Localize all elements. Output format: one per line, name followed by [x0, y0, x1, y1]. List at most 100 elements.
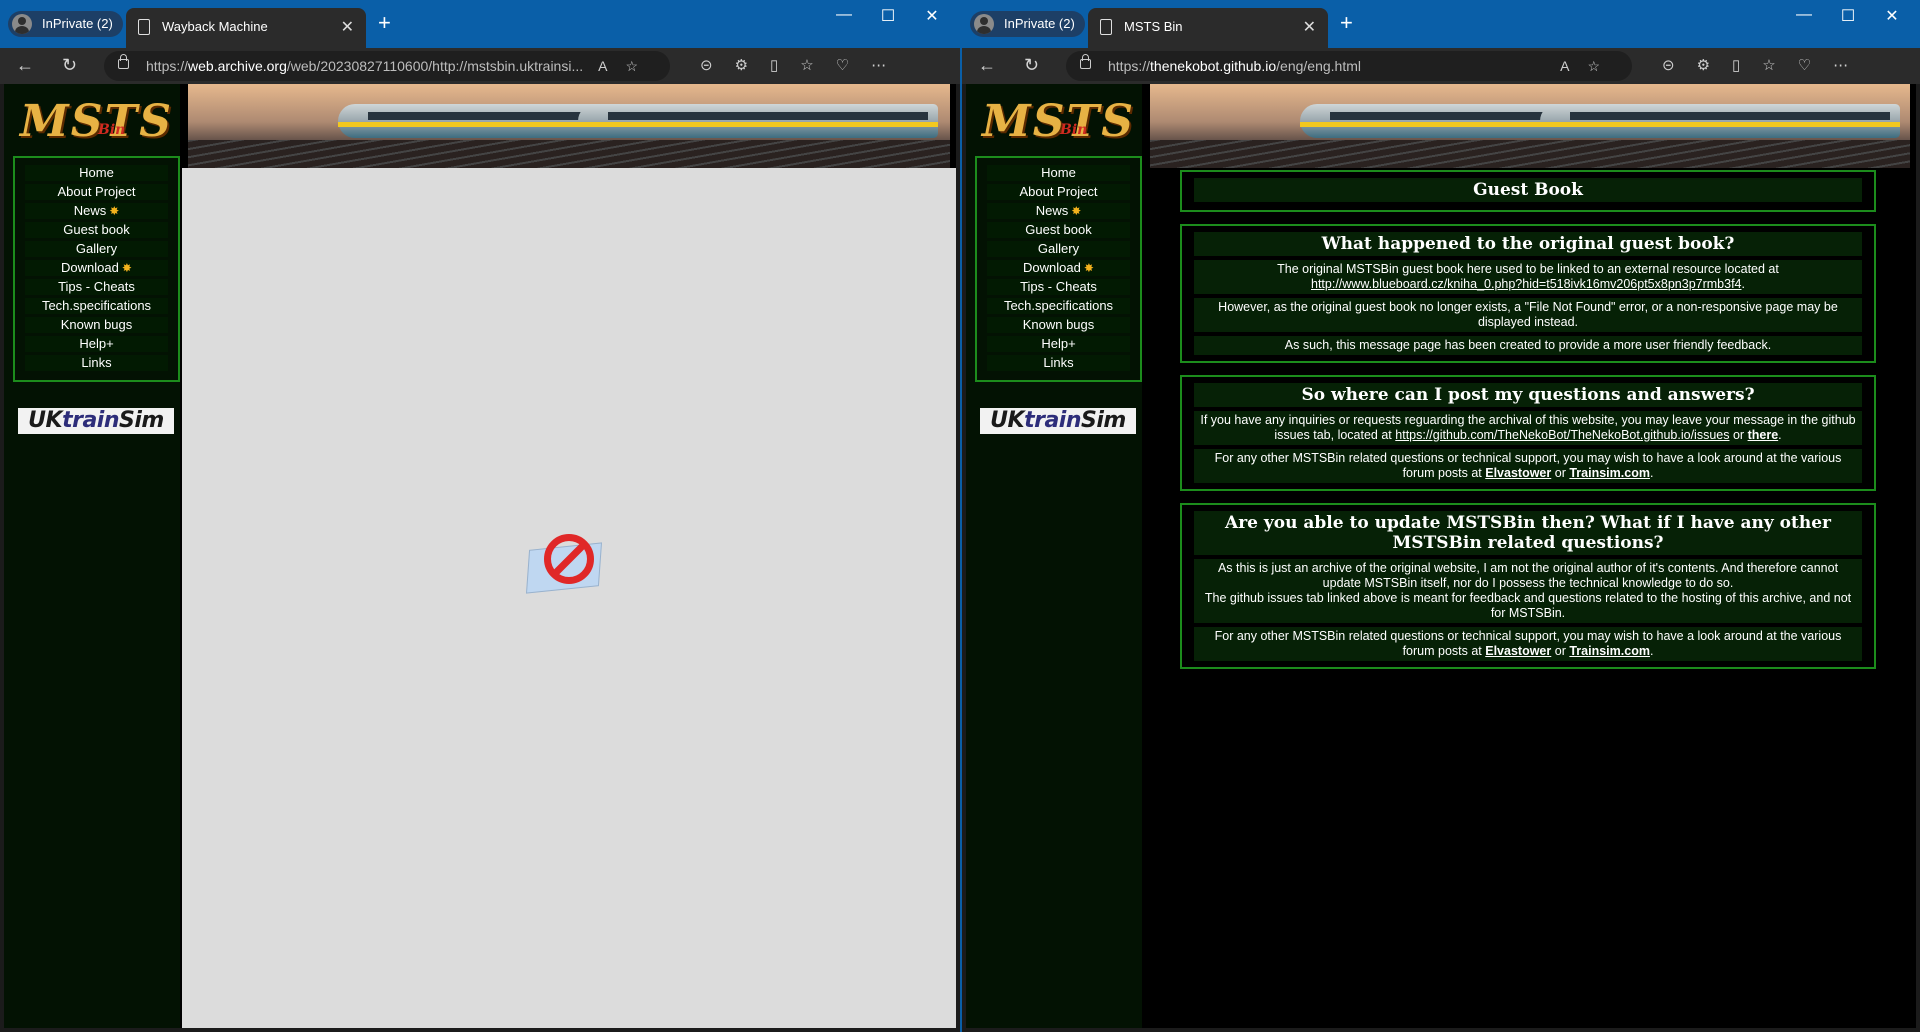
menu-item-news[interactable]: News ✸: [25, 203, 168, 219]
menu-item-about-project[interactable]: About Project: [987, 184, 1130, 200]
browser-window-left: InPrivate (2) Wayback Machine ✕ + — ☐ ✕ …: [0, 0, 960, 1032]
menu-item-label: Gallery: [75, 241, 118, 256]
uktrainsim-logo[interactable]: UKtrainSim: [980, 408, 1136, 434]
menu-item-guest-book[interactable]: Guest book: [25, 222, 168, 238]
refresh-icon[interactable]: ↻: [1024, 55, 1039, 76]
profile-avatar: [974, 14, 994, 34]
page-viewport: MSTS Bin Home About Project News ✸ Guest boo…: [4, 84, 956, 1028]
paragraph: However, as the original guest book no l…: [1194, 298, 1862, 332]
menu-item-tips-cheats[interactable]: Tips - Cheats: [25, 279, 168, 295]
browser-toolbar: ← ↻ https://thenekobot.github.io/eng/eng…: [962, 48, 1920, 84]
blocked-frame: [182, 168, 956, 1028]
menu-item-label: Help+: [1041, 336, 1076, 351]
close-tab-icon[interactable]: ✕: [341, 17, 354, 37]
maximize-icon[interactable]: ☐: [866, 6, 910, 26]
menu-item-help[interactable]: Help+: [987, 336, 1130, 352]
url-text: https://thenekobot.github.io/eng/eng.htm…: [1108, 58, 1361, 74]
paragraph: For any other MSTSBin related questions …: [1194, 449, 1862, 483]
menu-item-label: News: [1035, 203, 1069, 218]
there-link[interactable]: there: [1748, 428, 1779, 442]
minimize-icon[interactable]: —: [1782, 6, 1826, 24]
menu-item-download[interactable]: Download ✸: [25, 260, 168, 276]
maximize-icon[interactable]: ☐: [1826, 6, 1870, 26]
refresh-icon[interactable]: ↻: [62, 55, 77, 76]
menu-item-links[interactable]: Links: [987, 355, 1130, 371]
msts-bin-logo[interactable]: MSTS Bin: [14, 96, 174, 154]
inprivate-badge[interactable]: InPrivate (2): [970, 11, 1085, 37]
menu-item-label: Known bugs: [1022, 317, 1095, 332]
guestbook-content: Guest Book What happened to the original…: [1180, 170, 1876, 681]
toolbar-extension-icons[interactable]: ⊝⚙▯☆♡⋯: [1662, 56, 1870, 74]
new-tab-icon[interactable]: +: [1340, 10, 1353, 36]
lock-icon: [118, 54, 129, 69]
new-tab-icon[interactable]: +: [378, 10, 391, 36]
menu-item-label: Guest book: [63, 222, 130, 237]
url-text: https://web.archive.org/web/202308271106…: [146, 58, 584, 74]
menu-item-help[interactable]: Help+: [25, 336, 168, 352]
menu-item-known-bugs[interactable]: Known bugs: [25, 317, 168, 333]
new-badge-icon: ✸: [1071, 204, 1082, 218]
menu-item-home[interactable]: Home: [987, 165, 1130, 181]
menu-item-label: Help+: [79, 336, 114, 351]
tab-active[interactable]: MSTS Bin ✕: [1088, 8, 1328, 48]
paragraph: If you have any inquiries or requests re…: [1194, 411, 1862, 445]
section-where-to-post: So where can I post my questions and ans…: [1180, 375, 1876, 491]
close-window-icon[interactable]: ✕: [1870, 6, 1914, 26]
trainsim-link[interactable]: Trainsim.com: [1569, 466, 1650, 480]
trainsim-link[interactable]: Trainsim.com: [1569, 644, 1650, 658]
paragraph: As such, this message page has been crea…: [1194, 336, 1862, 355]
menu-item-known-bugs[interactable]: Known bugs: [987, 317, 1130, 333]
new-badge-icon: ✸: [121, 261, 132, 275]
menu-item-download[interactable]: Download ✸: [987, 260, 1130, 276]
menu-item-links[interactable]: Links: [25, 355, 168, 371]
toolbar-extension-icons[interactable]: ⊝⚙▯☆♡⋯: [700, 56, 908, 74]
menu-item-gallery[interactable]: Gallery: [25, 241, 168, 257]
menu-item-label: Links: [1043, 355, 1074, 370]
address-bar[interactable]: https://thenekobot.github.io/eng/eng.htm…: [1066, 51, 1632, 81]
logo-sub: Bin: [1060, 122, 1088, 138]
elvastower-link[interactable]: Elvastower: [1485, 466, 1551, 480]
back-icon[interactable]: ←: [978, 55, 996, 76]
blueboard-link[interactable]: http://www.blueboard.cz/kniha_0.php?hid=…: [1311, 277, 1742, 291]
menu-item-tips-cheats[interactable]: Tips - Cheats: [987, 279, 1130, 295]
paragraph: For any other MSTSBin related questions …: [1194, 627, 1862, 661]
section-heading: What happened to the original guest book…: [1194, 232, 1862, 256]
menu-item-label: Download: [1023, 260, 1081, 275]
menu-item-news[interactable]: News ✸: [987, 203, 1130, 219]
section-heading: So where can I post my questions and ans…: [1194, 383, 1862, 407]
menu-item-gallery[interactable]: Gallery: [987, 241, 1130, 257]
back-icon[interactable]: ←: [16, 55, 34, 76]
site-sidebar: MSTS Bin Home About Project News ✸ Guest boo…: [4, 84, 180, 1028]
minimize-icon[interactable]: —: [822, 6, 866, 24]
menu-item-label: Gallery: [1037, 241, 1080, 256]
address-bar[interactable]: https://web.archive.org/web/202308271106…: [104, 51, 670, 81]
menu-item-label: News: [73, 203, 107, 218]
page-icon: [138, 19, 150, 35]
menu-item-label: Home: [79, 165, 114, 180]
menu-item-home[interactable]: Home: [25, 165, 168, 181]
close-window-icon[interactable]: ✕: [910, 6, 954, 26]
nav-menu: Home About Project News ✸ Guest book Gallery D…: [13, 156, 180, 382]
menu-item-label: Tech.specifications: [41, 298, 152, 313]
github-issues-link[interactable]: https://github.com/TheNekoBot/TheNekoBot…: [1395, 428, 1729, 442]
close-tab-icon[interactable]: ✕: [1303, 17, 1316, 37]
tab-active[interactable]: Wayback Machine ✕: [126, 8, 366, 48]
uktrainsim-logo[interactable]: UKtrainSim: [18, 408, 174, 434]
page-icon: [1100, 19, 1112, 35]
menu-item-guest-book[interactable]: Guest book: [987, 222, 1130, 238]
read-aloud-icon[interactable]: A☆: [1560, 51, 1618, 81]
page-viewport: MSTS Bin Home About Project News ✸ Guest boo…: [966, 84, 1916, 1028]
elvastower-link[interactable]: Elvastower: [1485, 644, 1551, 658]
msts-bin-logo[interactable]: MSTS Bin: [976, 96, 1136, 154]
menu-item-label: About Project: [1019, 184, 1098, 199]
inprivate-label: InPrivate (2): [1004, 16, 1075, 31]
inprivate-label: InPrivate (2): [42, 16, 113, 31]
inprivate-badge[interactable]: InPrivate (2): [8, 11, 123, 37]
tab-title: Wayback Machine: [162, 19, 268, 34]
menu-item-tech-specifications[interactable]: Tech.specifications: [987, 298, 1130, 314]
browser-window-right: InPrivate (2) MSTS Bin ✕ + — ☐ ✕ ← ↻ htt…: [962, 0, 1920, 1032]
read-aloud-icon[interactable]: A☆: [598, 51, 656, 81]
logo-text: MSTS: [20, 96, 173, 147]
menu-item-about-project[interactable]: About Project: [25, 184, 168, 200]
menu-item-tech-specifications[interactable]: Tech.specifications: [25, 298, 168, 314]
